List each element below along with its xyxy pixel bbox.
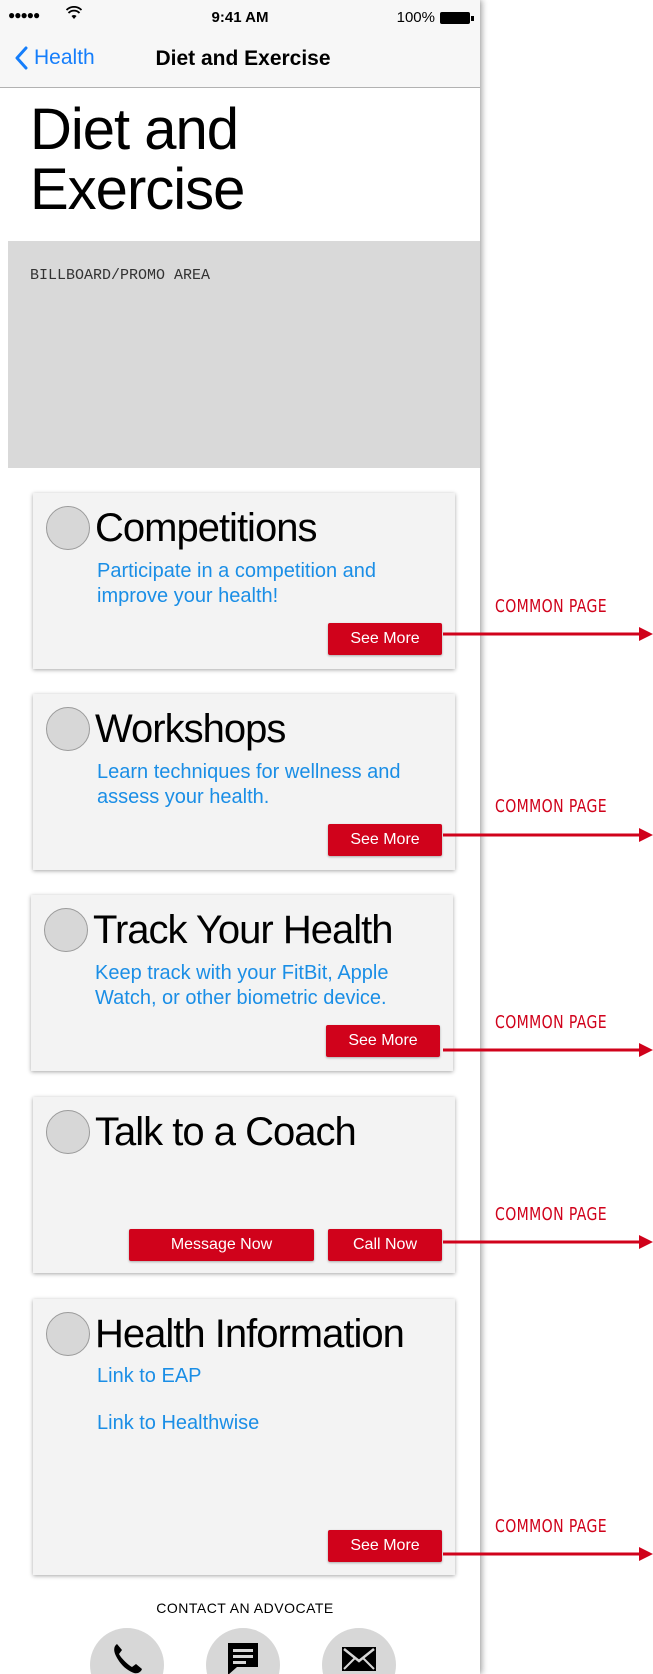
page-title-line1: Diet and [30, 97, 239, 162]
phone-frame: ●●●●● 9:41 AM 100% Health Diet and Exerc… [0, 0, 480, 1674]
arrow-icon [443, 828, 653, 842]
card-description: Keep track with your FitBit, Apple Watch… [95, 962, 389, 1009]
annotation-label: COMMON PAGE [495, 796, 608, 817]
page-title-line2: Exercise [30, 157, 245, 222]
workshops-card: Workshops Learn techniques for wellness … [33, 694, 455, 870]
workshops-see-more-button[interactable]: See More [328, 824, 442, 856]
billboard-promo-area[interactable]: BILLBOARD/PROMO AREA [8, 241, 480, 468]
card-title: Competitions [95, 506, 317, 550]
competitions-icon [46, 506, 90, 550]
message-button[interactable] [206, 1628, 280, 1674]
status-bar: ●●●●● 9:41 AM 100% [0, 0, 480, 34]
page-title: Diet and Exercise [30, 97, 245, 222]
track-health-see-more-button[interactable]: See More [326, 1025, 440, 1057]
card-title: Workshops [95, 707, 286, 751]
arrow-icon [443, 1235, 653, 1249]
mail-icon [342, 1647, 376, 1671]
coach-icon [46, 1110, 90, 1154]
coach-card: Talk to a Coach Message Now Call Now [33, 1097, 455, 1273]
card-description: Participate in a competition and improve… [97, 560, 377, 607]
competitions-see-more-button[interactable]: See More [328, 623, 442, 655]
navigation-bar: Health Diet and Exercise [0, 34, 480, 88]
message-icon [228, 1643, 258, 1674]
nav-title: Diet and Exercise [155, 47, 331, 70]
battery-percent: 100% [396, 9, 435, 26]
competitions-card: Competitions Participate in a competitio… [33, 493, 455, 669]
phone-button[interactable] [90, 1628, 164, 1674]
arrow-icon [443, 627, 653, 641]
arrow-icon [443, 1043, 653, 1057]
mail-button[interactable] [322, 1628, 396, 1674]
annotation-label: COMMON PAGE [495, 596, 608, 617]
card-title: Track Your Health [93, 908, 393, 952]
battery-icon [440, 12, 474, 24]
call-now-button[interactable]: Call Now [328, 1229, 442, 1261]
health-info-see-more-button[interactable]: See More [328, 1530, 442, 1562]
card-description: Learn techniques for wellness and assess… [97, 761, 401, 808]
workshops-icon [46, 707, 90, 751]
annotation-label: COMMON PAGE [495, 1204, 608, 1225]
health-info-icon [46, 1312, 90, 1356]
track-health-card: Track Your Health Keep track with your F… [31, 895, 453, 1071]
track-health-icon [44, 908, 88, 952]
annotation-label: COMMON PAGE [495, 1516, 608, 1537]
card-title: Talk to a Coach [95, 1110, 357, 1154]
link-healthwise[interactable]: Link to Healthwise [97, 1412, 259, 1435]
health-info-card: Health Information Link to EAP Link to H… [33, 1299, 455, 1575]
card-title: Health Information [95, 1312, 405, 1356]
billboard-label: BILLBOARD/PROMO AREA [30, 267, 211, 284]
contact-advocate-label: CONTACT AN ADVOCATE [156, 1600, 334, 1616]
annotation-label: COMMON PAGE [495, 1012, 608, 1033]
link-eap[interactable]: Link to EAP [97, 1365, 202, 1388]
arrow-icon [443, 1547, 653, 1561]
phone-icon [114, 1644, 142, 1674]
message-now-button[interactable]: Message Now [129, 1229, 314, 1261]
